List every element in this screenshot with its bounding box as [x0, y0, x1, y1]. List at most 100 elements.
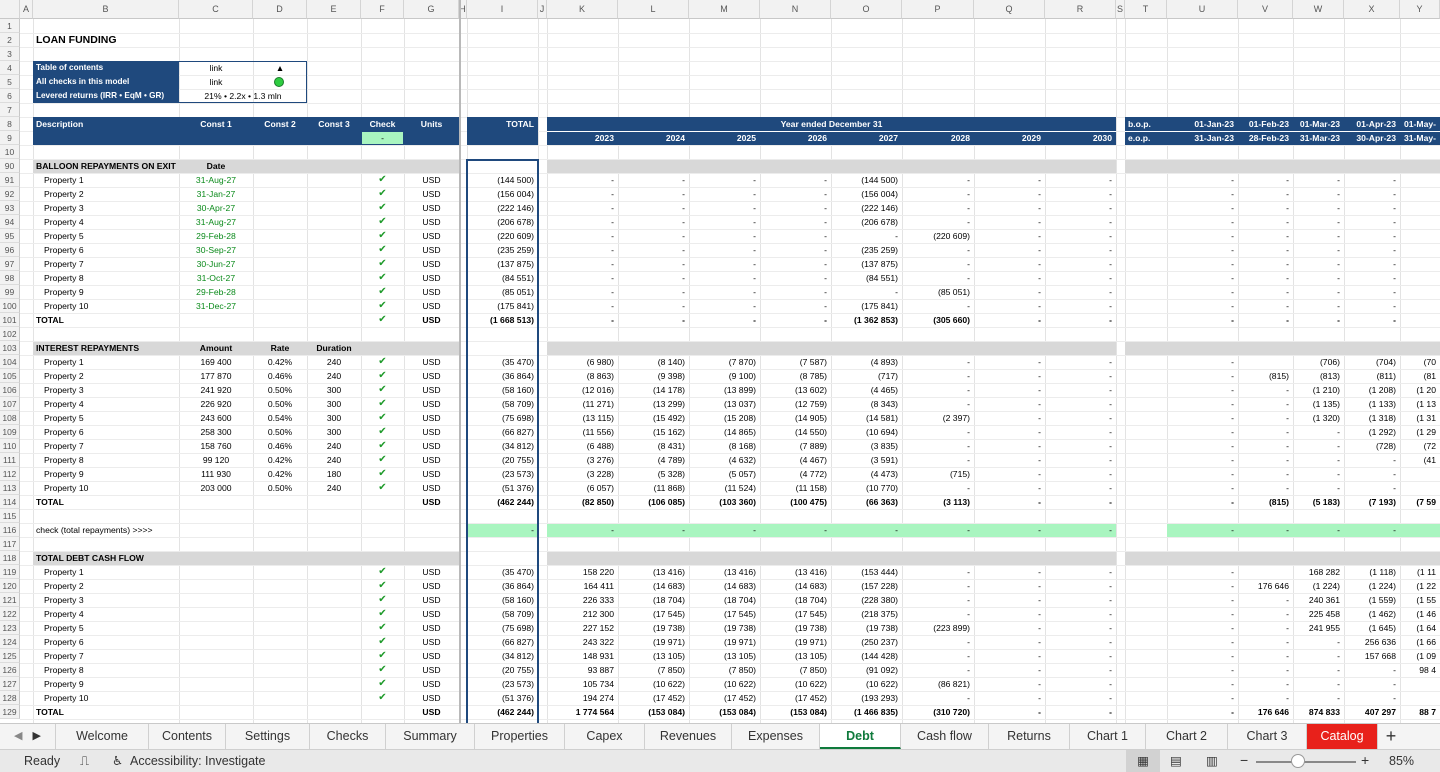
month-value[interactable]: -: [1238, 173, 1293, 187]
year-value[interactable]: -: [689, 299, 760, 313]
year-value[interactable]: -: [1045, 173, 1116, 187]
year-value[interactable]: -: [974, 677, 1045, 691]
year-value[interactable]: -: [1045, 439, 1116, 453]
month-value[interactable]: -: [1293, 299, 1344, 313]
year-value[interactable]: -: [974, 481, 1045, 495]
year-value[interactable]: 212 300: [547, 607, 618, 621]
row-header[interactable]: 126: [0, 663, 20, 677]
duration-header[interactable]: Duration: [307, 341, 361, 355]
chevron-right-icon[interactable]: ▶: [33, 730, 41, 742]
property-name[interactable]: Property 9: [33, 677, 179, 691]
year-value[interactable]: -: [760, 299, 831, 313]
year-value[interactable]: (220 609): [902, 229, 974, 243]
check-mark-icon[interactable]: ✔: [361, 215, 404, 229]
year-value[interactable]: -: [760, 285, 831, 299]
worksheet-grid[interactable]: A B C D E F G H I J K L M N O P Q R S T U V W X Y 1 2 3 4 5 6 7 8 9 10 90 91…: [0, 0, 1440, 723]
property-name[interactable]: Property 6: [33, 243, 179, 257]
year-value[interactable]: -: [974, 411, 1045, 425]
year-value[interactable]: -: [902, 593, 974, 607]
year-value[interactable]: -: [902, 691, 974, 705]
year-value[interactable]: (4 632): [689, 453, 760, 467]
property-name[interactable]: Property 6: [33, 635, 179, 649]
month-value[interactable]: -: [1238, 243, 1293, 257]
year-value[interactable]: (11 158): [760, 481, 831, 495]
year-value[interactable]: -: [1045, 691, 1116, 705]
year-value[interactable]: (8 785): [760, 369, 831, 383]
loan-duration[interactable]: 300: [307, 383, 361, 397]
units[interactable]: USD: [404, 495, 459, 509]
column-header[interactable]: Y: [1400, 0, 1440, 19]
year-value[interactable]: (19 971): [689, 635, 760, 649]
interest-rate[interactable]: 0.50%: [253, 383, 307, 397]
units[interactable]: USD: [404, 299, 459, 313]
row-header[interactable]: 10: [0, 145, 20, 159]
exit-date[interactable]: 31-Aug-27: [179, 173, 253, 187]
year-value[interactable]: 243 322: [547, 635, 618, 649]
interest-rate[interactable]: 0.54%: [253, 411, 307, 425]
year-value[interactable]: -: [547, 299, 618, 313]
year-value[interactable]: -: [974, 467, 1045, 481]
property-name[interactable]: Property 2: [33, 579, 179, 593]
year-value[interactable]: (91 092): [831, 663, 902, 677]
year-value[interactable]: -: [547, 313, 618, 327]
month-value[interactable]: -: [1167, 467, 1238, 481]
interest-rate[interactable]: 0.42%: [253, 467, 307, 481]
month-value[interactable]: [1400, 187, 1440, 201]
month-value[interactable]: (706): [1293, 355, 1344, 369]
exit-date[interactable]: 31-Jan-27: [179, 187, 253, 201]
month-value[interactable]: -: [1167, 649, 1238, 663]
year-value[interactable]: -: [1045, 565, 1116, 579]
year-value[interactable]: -: [1045, 593, 1116, 607]
year-value[interactable]: -: [547, 201, 618, 215]
year-value[interactable]: -: [1045, 411, 1116, 425]
check-mark-icon[interactable]: ✔: [361, 201, 404, 215]
year-value[interactable]: (14 581): [831, 411, 902, 425]
month-value[interactable]: -: [1167, 565, 1238, 579]
year-value[interactable]: -: [974, 635, 1045, 649]
row-header[interactable]: 9: [0, 131, 20, 145]
year-value[interactable]: (17 452): [760, 691, 831, 705]
toc-label[interactable]: Levered returns (IRR • EqM • GR): [33, 89, 179, 103]
month-value[interactable]: -: [1238, 593, 1293, 607]
row-header[interactable]: 125: [0, 649, 20, 663]
month-start[interactable]: 01-Feb-23: [1238, 117, 1293, 131]
year-value[interactable]: 105 734: [547, 677, 618, 691]
month-value[interactable]: (815): [1238, 495, 1293, 509]
units[interactable]: USD: [404, 397, 459, 411]
year-value[interactable]: -: [618, 285, 689, 299]
month-value[interactable]: (41: [1400, 453, 1440, 467]
year-value[interactable]: -: [974, 271, 1045, 285]
year-value[interactable]: -: [760, 173, 831, 187]
month-value[interactable]: 225 458: [1293, 607, 1344, 621]
year-value[interactable]: -: [902, 369, 974, 383]
month-value[interactable]: -: [1167, 299, 1238, 313]
column-header[interactable]: A: [20, 0, 33, 19]
month-value[interactable]: -: [1293, 663, 1344, 677]
month-value[interactable]: (1 135): [1293, 397, 1344, 411]
year-header[interactable]: 2024: [618, 131, 689, 145]
month-value[interactable]: (1 64: [1400, 621, 1440, 635]
column-header[interactable]: U: [1167, 0, 1238, 19]
month-value[interactable]: -: [1344, 215, 1400, 229]
year-value[interactable]: 227 152: [547, 621, 618, 635]
units[interactable]: USD: [404, 313, 459, 327]
year-value[interactable]: -: [689, 215, 760, 229]
year-value[interactable]: (193 293): [831, 691, 902, 705]
row-header[interactable]: 93: [0, 201, 20, 215]
year-value[interactable]: (9 100): [689, 369, 760, 383]
page-layout-icon[interactable]: ▤: [1170, 753, 1182, 768]
year-value[interactable]: -: [974, 579, 1045, 593]
year-value[interactable]: (12 759): [760, 397, 831, 411]
year-value[interactable]: -: [1045, 467, 1116, 481]
row-header[interactable]: 117: [0, 537, 20, 551]
tab-checks[interactable]: Checks: [310, 724, 386, 749]
year-value[interactable]: -: [902, 649, 974, 663]
check-mark-icon[interactable]: ✔: [361, 187, 404, 201]
year-value[interactable]: -: [902, 299, 974, 313]
year-value[interactable]: -: [902, 425, 974, 439]
month-value[interactable]: -: [1238, 383, 1293, 397]
year-header[interactable]: 2023: [547, 131, 618, 145]
year-value[interactable]: (7 850): [618, 663, 689, 677]
year-value[interactable]: -: [618, 215, 689, 229]
month-value[interactable]: (1 20: [1400, 383, 1440, 397]
